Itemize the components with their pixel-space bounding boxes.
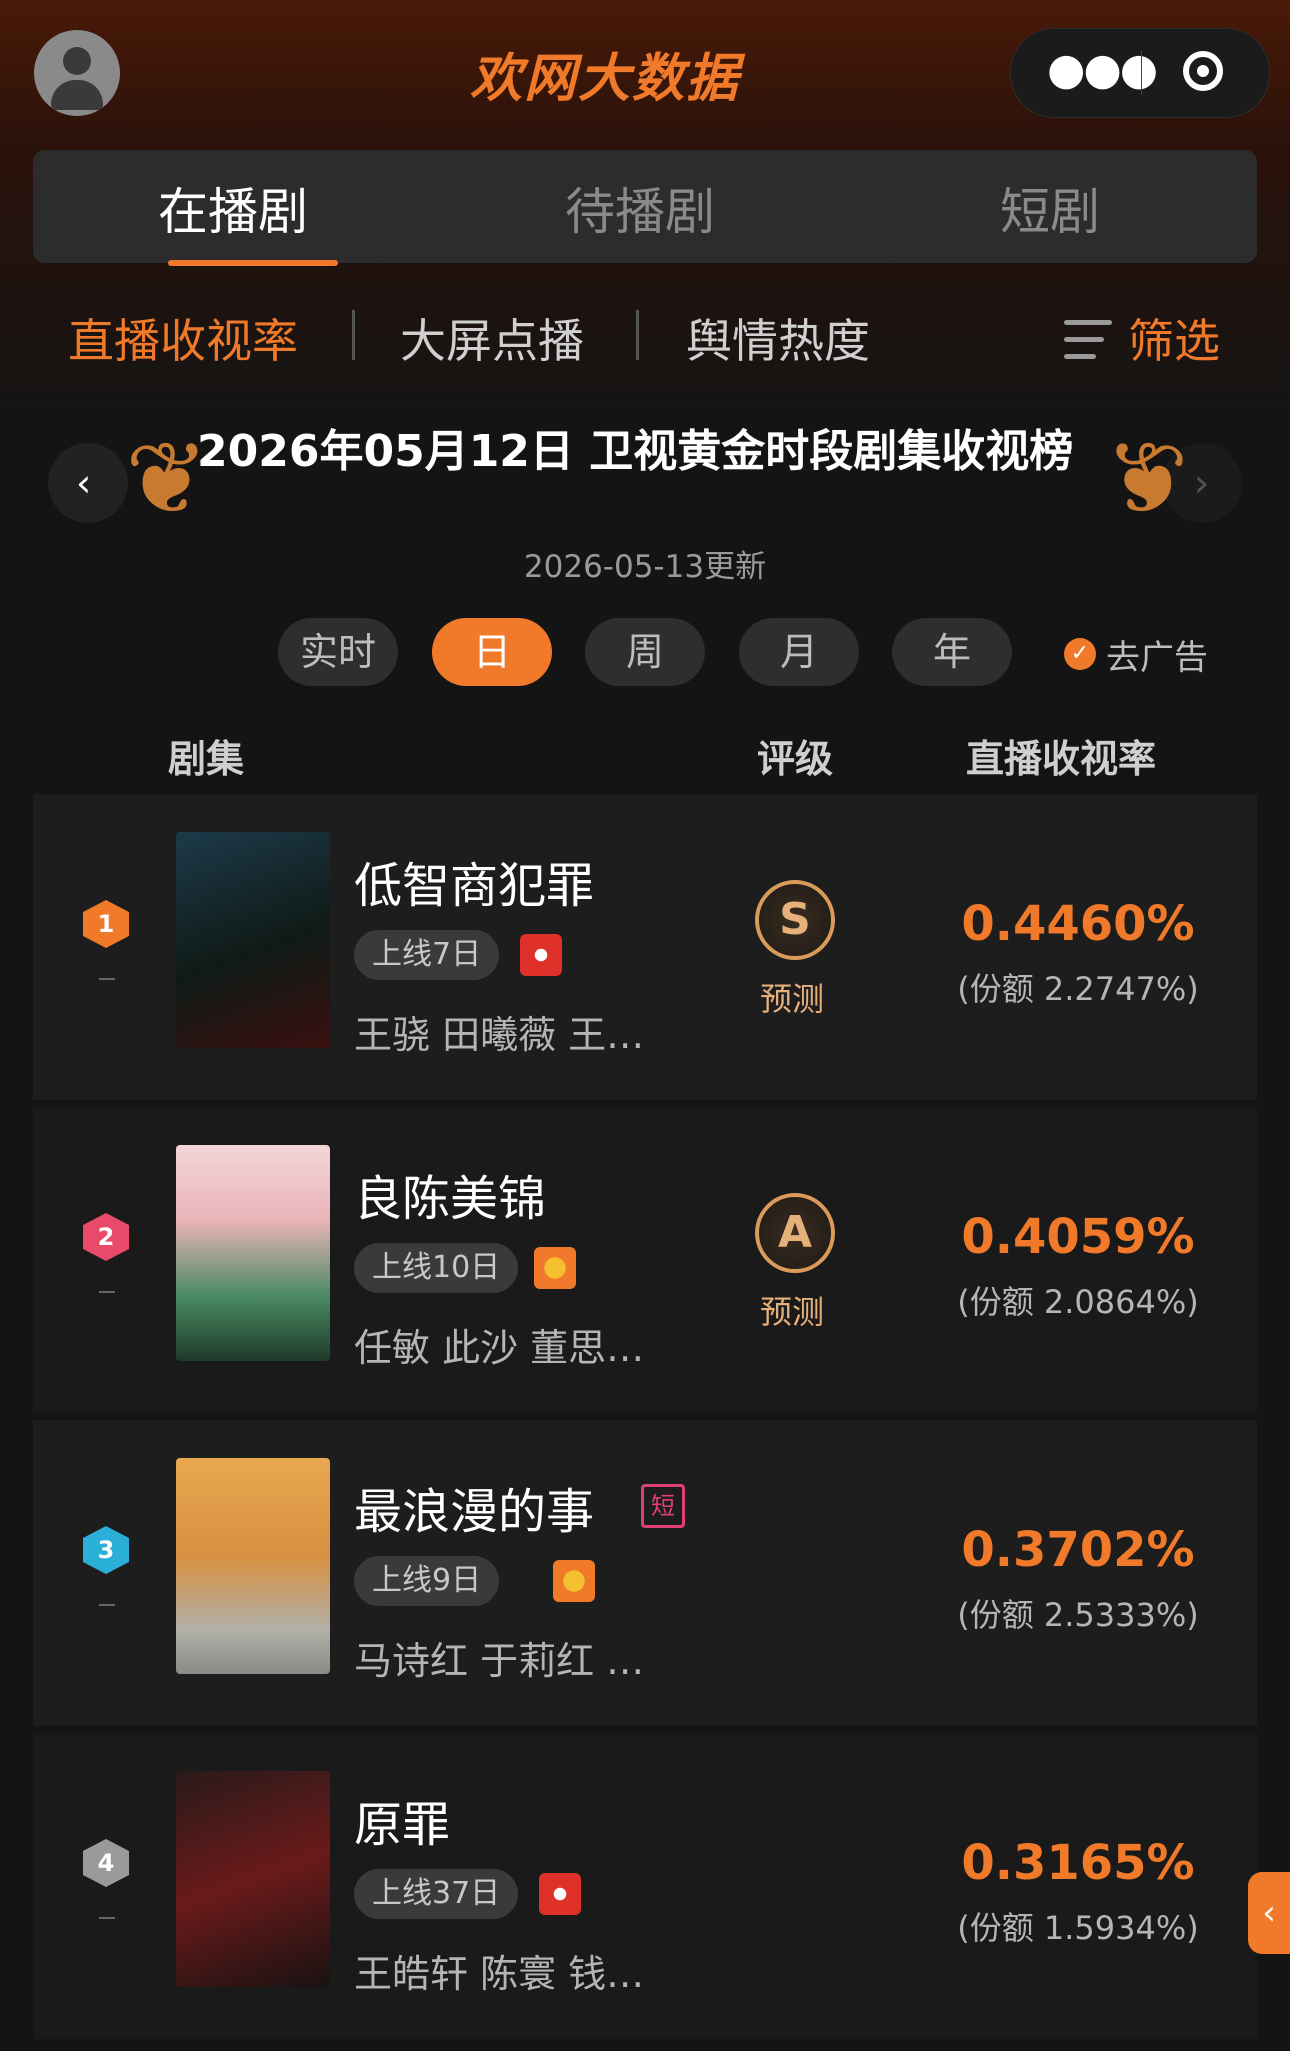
rating-value: 0.3702% xyxy=(961,1522,1195,1578)
online-days-badge: 上线10日 xyxy=(354,1243,519,1293)
hunan-tv-icon xyxy=(553,1560,595,1602)
main-tabs: 在播剧 待播剧 短剧 xyxy=(33,150,1257,266)
tab-upcoming[interactable]: 待播剧 xyxy=(565,172,715,244)
period-week[interactable]: 周 xyxy=(585,618,705,686)
dragon-tv-icon xyxy=(539,1873,581,1915)
rating-value: 0.4059% xyxy=(961,1209,1195,1265)
table-row[interactable]: 1 低智商犯罪 上线7日 王骁 田曦薇 王… S 预测 0.4460% (份额 … xyxy=(33,794,1257,1100)
active-tab-indicator xyxy=(168,260,338,266)
rank-badge: 1 xyxy=(83,900,129,948)
period-month[interactable]: 月 xyxy=(739,618,859,686)
grade-label: 预测 xyxy=(760,980,825,1018)
subnav-divider xyxy=(352,310,355,360)
online-days-badge: 上线7日 xyxy=(354,930,500,980)
rating-value: 0.3165% xyxy=(961,1835,1195,1891)
side-drawer-toggle[interactable]: ‹ xyxy=(1248,1872,1290,1954)
rating-value: 0.4460% xyxy=(961,896,1195,952)
cast-list: 王骁 田曦薇 王… xyxy=(354,1013,645,1057)
filter-button[interactable]: 筛选 xyxy=(1128,305,1220,371)
tab-on-air[interactable]: 在播剧 xyxy=(158,172,308,244)
page-title: 2026年05月12日 卫视黄金时段剧集收视榜 xyxy=(197,426,1074,477)
table-row[interactable]: 3 最浪漫的事 短 上线9日 马诗红 于莉红 … 0.3702% (份额 2.5… xyxy=(33,1420,1257,1726)
cast-list: 马诗红 于莉红 … xyxy=(354,1639,645,1683)
mini-program-capsule: ●●● xyxy=(1010,28,1270,118)
series-title[interactable]: 良陈美锦 xyxy=(354,1159,546,1229)
rank-change-icon xyxy=(99,978,115,980)
period-day[interactable]: 日 xyxy=(432,618,552,686)
remove-ads-toggle[interactable]: 去广告 xyxy=(1106,630,1208,679)
avatar[interactable] xyxy=(34,30,120,116)
column-header-grade: 评级 xyxy=(757,737,834,781)
target-icon[interactable] xyxy=(1183,51,1223,91)
dragon-tv-icon xyxy=(520,934,562,976)
share-value: (份额 2.2747%) xyxy=(957,970,1199,1008)
poster-image[interactable] xyxy=(176,1771,330,1987)
laurel-right-icon: ❦ xyxy=(1105,420,1189,537)
chevron-left-icon: ‹ xyxy=(76,461,92,505)
series-title[interactable]: 低智商犯罪 xyxy=(354,846,594,916)
grade-badge: A xyxy=(755,1193,835,1273)
cast-list: 王皓轩 陈寰 钱… xyxy=(354,1952,645,1996)
period-realtime[interactable]: 实时 xyxy=(278,618,398,686)
poster-image[interactable] xyxy=(176,832,330,1048)
series-title[interactable]: 原罪 xyxy=(354,1785,450,1855)
grade-badge: S xyxy=(755,880,835,960)
period-year[interactable]: 年 xyxy=(892,618,1012,686)
subnav-live-rating[interactable]: 直播收视率 xyxy=(68,305,298,371)
subnav-vod[interactable]: 大屏点播 xyxy=(400,305,584,371)
rank-badge: 4 xyxy=(83,1839,129,1887)
rank-badge: 3 xyxy=(83,1526,129,1574)
online-days-badge: 上线9日 xyxy=(354,1556,500,1606)
share-value: (份额 1.5934%) xyxy=(957,1909,1199,1947)
poster-image[interactable] xyxy=(176,1458,330,1674)
capsule-divider xyxy=(1141,51,1142,95)
short-drama-badge: 短 xyxy=(641,1484,685,1528)
share-value: (份额 2.0864%) xyxy=(957,1283,1199,1321)
hunan-tv-icon xyxy=(534,1247,576,1289)
grade-label: 预测 xyxy=(760,1293,825,1331)
table-row[interactable]: 2 良陈美锦 上线10日 任敏 此沙 董思… A 预测 0.4059% (份额 … xyxy=(33,1107,1257,1413)
column-header-rating: 直播收视率 xyxy=(966,737,1157,781)
chevron-left-icon: ‹ xyxy=(1262,1893,1276,1933)
app-logo: 欢网大数据 xyxy=(470,49,741,109)
cast-list: 任敏 此沙 董思… xyxy=(354,1326,645,1370)
poster-image[interactable] xyxy=(176,1145,330,1361)
prev-date-button[interactable]: ‹ xyxy=(48,443,128,523)
rank-badge: 2 xyxy=(83,1213,129,1261)
rank-change-icon xyxy=(99,1917,115,1919)
rank-change-icon xyxy=(99,1604,115,1606)
update-time: 2026-05-13更新 xyxy=(523,549,767,585)
more-dots-icon[interactable]: ●●● xyxy=(1047,45,1158,95)
subnav-divider xyxy=(636,310,639,360)
filter-icon[interactable] xyxy=(1064,320,1112,360)
check-icon[interactable]: ✓ xyxy=(1064,638,1096,670)
user-icon xyxy=(63,47,91,75)
chevron-right-icon: › xyxy=(1194,461,1210,505)
share-value: (份额 2.5333%) xyxy=(957,1596,1199,1634)
online-days-badge: 上线37日 xyxy=(354,1869,519,1919)
user-icon-body xyxy=(51,80,103,110)
rank-change-icon xyxy=(99,1291,115,1293)
series-title[interactable]: 最浪漫的事 xyxy=(354,1472,594,1542)
table-row[interactable]: 4 原罪 上线37日 王皓轩 陈寰 钱… 0.3165% (份额 1.5934%… xyxy=(33,1733,1257,2039)
tab-short-drama[interactable]: 短剧 xyxy=(1000,172,1100,244)
column-header-series: 剧集 xyxy=(168,737,245,781)
subnav-public-opinion[interactable]: 舆情热度 xyxy=(686,305,870,371)
